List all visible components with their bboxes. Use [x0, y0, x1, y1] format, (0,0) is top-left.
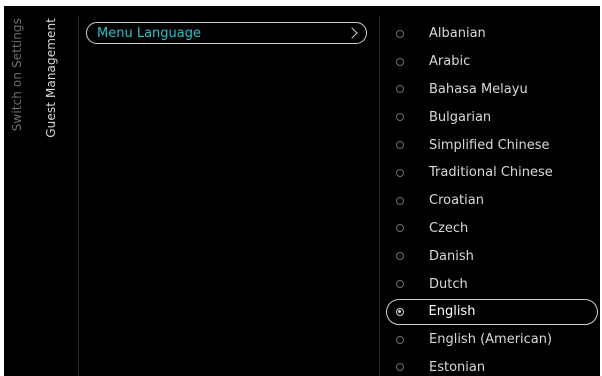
- breadcrumb-guest-management[interactable]: Guest Management: [44, 18, 58, 138]
- radio-icon: [396, 57, 404, 66]
- language-option-bulgarian[interactable]: Bulgarian: [386, 103, 600, 131]
- language-option-dutch[interactable]: Dutch: [386, 270, 600, 298]
- radio-selected-icon: [395, 307, 404, 316]
- language-option-simplified-chinese[interactable]: Simplified Chinese: [386, 131, 600, 159]
- language-option-albanian[interactable]: Albanian: [386, 20, 600, 48]
- breadcrumb-panel: Switch on Settings Guest Management: [4, 6, 78, 376]
- radio-dot: [397, 309, 401, 313]
- language-label: Traditional Chinese: [429, 165, 553, 181]
- language-label: Simplified Chinese: [429, 137, 550, 153]
- radio-icon: [396, 29, 404, 38]
- language-label: Estonian: [429, 359, 486, 375]
- language-label: Dutch: [429, 276, 468, 292]
- language-label: English: [428, 304, 476, 320]
- breadcrumb-switch-on-settings[interactable]: Switch on Settings: [10, 18, 24, 131]
- radio-icon: [396, 85, 404, 94]
- language-label: Bahasa Melayu: [429, 81, 528, 97]
- radio-icon: [396, 196, 404, 205]
- language-list: Albanian Arabic Bahasa Melayu Bulgarian …: [386, 20, 600, 376]
- language-label: Arabic: [429, 54, 471, 70]
- language-option-czech[interactable]: Czech: [386, 215, 600, 243]
- menu-language-label: Menu Language: [97, 25, 201, 41]
- language-option-arabic[interactable]: Arabic: [386, 48, 600, 76]
- tv-settings-screen: Switch on Settings Guest Management Menu…: [4, 6, 600, 376]
- radio-icon: [396, 141, 404, 150]
- language-label: Czech: [429, 220, 469, 236]
- menu-language-item[interactable]: Menu Language: [86, 22, 367, 44]
- language-label: Bulgarian: [429, 109, 492, 125]
- language-option-english-american[interactable]: English (American): [386, 326, 600, 354]
- column-divider-right: [379, 16, 380, 376]
- language-option-english[interactable]: English: [386, 298, 598, 325]
- language-label: English (American): [429, 332, 553, 348]
- language-label: Croatian: [429, 193, 484, 209]
- language-option-croatian[interactable]: Croatian: [386, 187, 600, 215]
- radio-icon: [396, 335, 404, 344]
- radio-icon: [396, 363, 404, 372]
- radio-icon: [396, 252, 404, 261]
- radio-icon: [396, 224, 404, 233]
- column-divider-left: [78, 16, 79, 376]
- language-option-bahasa-melayu[interactable]: Bahasa Melayu: [386, 76, 600, 104]
- radio-icon: [396, 280, 404, 289]
- language-option-estonian[interactable]: Estonian: [386, 354, 600, 376]
- language-option-traditional-chinese[interactable]: Traditional Chinese: [386, 159, 600, 187]
- language-label: Danish: [429, 248, 474, 264]
- radio-icon: [396, 113, 404, 122]
- radio-icon: [396, 168, 404, 177]
- language-label: Albanian: [429, 26, 486, 42]
- chevron-right-icon: [346, 27, 358, 39]
- language-option-danish[interactable]: Danish: [386, 242, 600, 270]
